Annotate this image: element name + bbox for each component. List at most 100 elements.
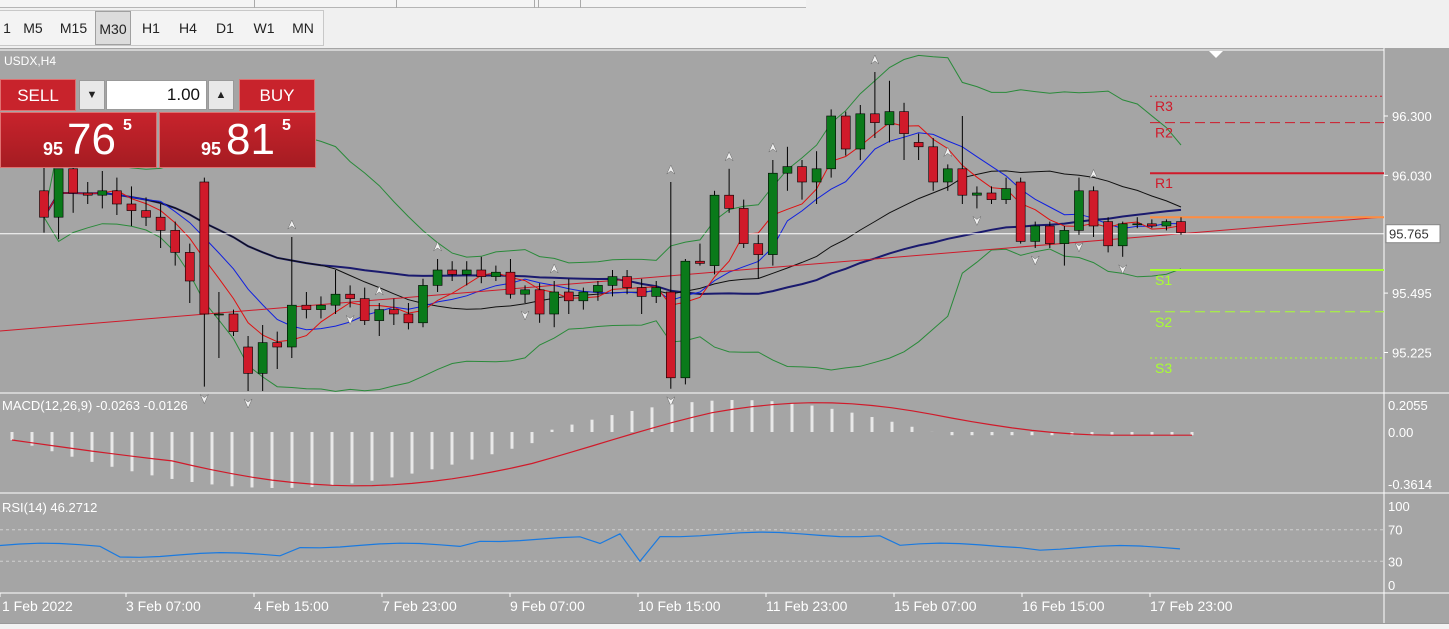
bull-candle bbox=[53, 168, 64, 218]
macd-signal-line bbox=[11, 402, 1192, 487]
bear-candle bbox=[476, 269, 487, 277]
lot-decrease-button[interactable]: ▼ bbox=[79, 80, 105, 110]
bear-candle bbox=[1147, 223, 1157, 227]
chart-shift-icon bbox=[1209, 51, 1223, 58]
rsi-axis-label: 70 bbox=[1388, 523, 1402, 538]
bear-candle bbox=[403, 313, 414, 324]
time-axis-label: 17 Feb 23:00 bbox=[1150, 598, 1233, 614]
buy-price-quote[interactable]: 95 81 5 bbox=[159, 112, 316, 168]
timeframe-mn[interactable]: MN bbox=[283, 11, 323, 45]
sell-price-quote[interactable]: 95 76 5 bbox=[0, 112, 157, 168]
fractal-arrow-icon bbox=[374, 285, 384, 296]
bear-candle bbox=[112, 190, 122, 205]
buy-price-prefix: 95 bbox=[201, 139, 222, 159]
bull-candle bbox=[1030, 225, 1041, 242]
rsi-caption: RSI(14) 46.2712 bbox=[2, 500, 98, 515]
time-axis-label: 9 Feb 07:00 bbox=[510, 598, 585, 614]
macd-axis-label: 0.2055 bbox=[1388, 398, 1428, 413]
bear-candle bbox=[141, 210, 151, 218]
fractal-arrow-icon bbox=[243, 398, 253, 409]
timeframe-m15[interactable]: M15 bbox=[52, 11, 95, 45]
time-axis-label: 15 Feb 07:00 bbox=[894, 598, 977, 614]
bear-candle bbox=[986, 192, 997, 200]
chart-area[interactable]: R3 R2 R1 S1 S2 S3 96.300 96.030 95.495 95.225 95.7… bbox=[0, 48, 1449, 623]
bull-candle bbox=[826, 115, 836, 170]
bear-candle bbox=[301, 304, 312, 310]
time-axis-label: 4 Feb 15:00 bbox=[254, 598, 329, 614]
timeframe-toolbar: 1 M5 M15 M30 H1 H4 D1 W1 MN bbox=[0, 0, 1449, 48]
bull-candle bbox=[491, 271, 501, 277]
bear-candle bbox=[534, 289, 545, 315]
bear-candle bbox=[1176, 221, 1186, 233]
pivot-label-s1: S1 bbox=[1155, 272, 1172, 288]
fractal-arrow-icon bbox=[432, 241, 443, 252]
time-axis-label: 1 Feb 2022 bbox=[2, 598, 73, 614]
sell-price-prefix: 95 bbox=[43, 139, 64, 159]
bear-candle bbox=[563, 291, 574, 302]
bull-candle bbox=[593, 285, 603, 293]
bear-candle bbox=[199, 181, 210, 315]
bull-candle bbox=[1001, 188, 1011, 200]
timeframe-m30[interactable]: M30 bbox=[95, 11, 131, 45]
buy-price-big: 81 bbox=[226, 115, 275, 164]
bull-candle bbox=[214, 313, 224, 316]
chart-tabs-strip bbox=[0, 623, 1449, 629]
bull-candle bbox=[97, 190, 108, 196]
bear-candle bbox=[272, 342, 283, 348]
triangle-up-icon: ▲ bbox=[215, 89, 227, 101]
timeframe-w1[interactable]: W1 bbox=[245, 11, 283, 45]
current-price-label: 95.765 bbox=[1389, 227, 1429, 242]
bull-candle bbox=[418, 285, 428, 324]
buy-price-sup: 5 bbox=[282, 117, 291, 134]
macd-caption: MACD(12,26,9) -0.0263 -0.0126 bbox=[2, 398, 188, 413]
fractal-arrow-icon bbox=[1030, 255, 1040, 266]
bull-candle bbox=[811, 168, 822, 183]
bear-candle bbox=[622, 276, 632, 288]
time-axis-label: 11 Feb 23:00 bbox=[766, 598, 848, 614]
one-click-trading-panel: SELL ▼ ▲ BUY 95 76 5 95 81 5 bbox=[0, 78, 316, 168]
bear-candle bbox=[957, 168, 968, 196]
timeframe-m5[interactable]: M5 bbox=[14, 11, 52, 45]
fractal-arrow-icon bbox=[199, 393, 209, 405]
bollinger-lower-band bbox=[43, 216, 1182, 392]
bear-candle bbox=[170, 230, 180, 253]
bull-candle bbox=[257, 342, 268, 374]
rsi-line bbox=[0, 531, 1181, 563]
bull-candle bbox=[1132, 223, 1143, 226]
symbol-label: USDX,H4 bbox=[4, 54, 57, 68]
timeframe-h1[interactable]: H1 bbox=[131, 11, 171, 45]
price-axis-label: 95.225 bbox=[1392, 346, 1432, 361]
bear-candle bbox=[913, 142, 924, 148]
buy-button[interactable]: BUY bbox=[239, 79, 315, 111]
lot-size-input[interactable] bbox=[106, 80, 207, 110]
bull-candle bbox=[607, 276, 618, 286]
bear-candle bbox=[797, 166, 807, 183]
bear-candle bbox=[228, 313, 239, 332]
fractal-arrow-icon bbox=[666, 164, 676, 175]
fractal-arrow-icon bbox=[1074, 242, 1084, 253]
top-toolbar-strip bbox=[0, 0, 806, 8]
price-axis-label: 95.495 bbox=[1392, 286, 1432, 301]
bear-candle bbox=[738, 208, 749, 244]
bear-candle bbox=[184, 252, 195, 282]
timeframe-buttons: 1 M5 M15 M30 H1 H4 D1 W1 MN bbox=[0, 10, 324, 46]
bear-candle bbox=[447, 269, 457, 275]
sell-button[interactable]: SELL bbox=[0, 79, 76, 111]
lot-increase-button[interactable]: ▲ bbox=[208, 80, 234, 110]
bull-candle bbox=[768, 172, 778, 255]
bear-candle bbox=[1103, 221, 1113, 247]
bear-candle bbox=[636, 287, 647, 297]
bear-candle bbox=[155, 216, 166, 231]
bull-candle bbox=[1059, 230, 1070, 244]
timeframe-h4[interactable]: H4 bbox=[171, 11, 205, 45]
pivot-label-r1: R1 bbox=[1155, 175, 1173, 191]
timeframe-d1[interactable]: D1 bbox=[205, 11, 245, 45]
time-axis-label: 16 Feb 15:00 bbox=[1022, 598, 1105, 614]
bull-candle bbox=[680, 260, 691, 379]
timeframe-1[interactable]: 1 bbox=[0, 11, 14, 45]
fractal-arrow-icon bbox=[287, 219, 297, 230]
bull-candle bbox=[330, 293, 341, 306]
time-axis-label: 7 Feb 23:00 bbox=[382, 598, 457, 614]
fractal-arrow-icon bbox=[724, 151, 734, 162]
rsi-axis-label: 100 bbox=[1388, 499, 1410, 514]
